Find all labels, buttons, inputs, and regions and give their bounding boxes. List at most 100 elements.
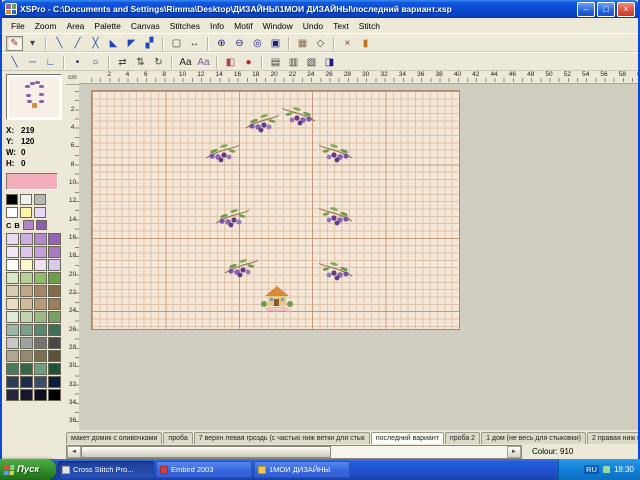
menu-item-stitch[interactable]: Stitch <box>354 21 385 31</box>
stitch-grid[interactable] <box>91 90 460 330</box>
palette-swatch[interactable] <box>34 246 47 258</box>
text-tool-icon[interactable]: Aa <box>177 55 194 70</box>
palette-swatch[interactable] <box>48 285 61 297</box>
palette-swatch[interactable] <box>34 272 47 284</box>
half-stitch-left-icon[interactable]: ╲ <box>51 36 68 51</box>
scroll-thumb[interactable] <box>81 446 331 458</box>
palette-swatch[interactable] <box>20 298 33 310</box>
view-info-icon[interactable]: ◨ <box>321 55 338 70</box>
palette-swatch[interactable] <box>6 285 19 297</box>
palette-swatch[interactable] <box>6 194 18 205</box>
horizontal-scrollbar[interactable]: ◄ ► <box>66 445 522 459</box>
tool-dropdown-icon[interactable]: ▾ <box>24 36 41 51</box>
colour-swap-icon[interactable]: ◧ <box>222 55 239 70</box>
minimize-button[interactable]: – <box>577 2 595 17</box>
scroll-left-button[interactable]: ◄ <box>67 446 81 458</box>
special-stitch-icon[interactable]: ▞ <box>141 36 158 51</box>
palette-swatch[interactable] <box>20 350 33 362</box>
palette-swatch[interactable] <box>48 376 61 388</box>
language-indicator[interactable]: RU <box>584 465 599 474</box>
palette-swatch[interactable] <box>20 233 33 245</box>
view-symbols-icon[interactable]: ▥ <box>285 55 302 70</box>
tab-5[interactable]: 1 дом (не весь для стыковки) <box>481 432 586 444</box>
taskbar-task-0[interactable]: Cross Stitch Pro... <box>58 461 154 478</box>
half-stitch-right-icon[interactable]: ╱ <box>69 36 86 51</box>
quarter-stitch-icon[interactable]: ◣ <box>105 36 122 51</box>
palette-swatch[interactable] <box>20 194 32 205</box>
rotate-tool-icon[interactable]: ↻ <box>150 55 167 70</box>
grid-toggle-icon[interactable]: ▦ <box>294 36 311 51</box>
menu-item-canvas[interactable]: Canvas <box>126 21 165 31</box>
title-bar[interactable]: XSPro - C:\Documents and Settings\Rimma\… <box>2 0 638 18</box>
palette-swatch[interactable] <box>34 194 46 205</box>
palette-swatch[interactable] <box>20 324 33 336</box>
palette-swatch[interactable] <box>48 324 61 336</box>
zoom-100-icon[interactable]: ◎ <box>249 36 266 51</box>
palette-swatch[interactable] <box>34 298 47 310</box>
center-view-icon[interactable]: ◇ <box>312 36 329 51</box>
tab-2[interactable]: 7 верхн левая гроздь (с частью ниж ветки… <box>194 432 370 444</box>
palette-swatch[interactable] <box>20 311 33 323</box>
taskbar-task-1[interactable]: Embird 2003 <box>156 461 252 478</box>
menu-item-motif[interactable]: Motif <box>229 21 257 31</box>
palette-swatch[interactable] <box>48 337 61 349</box>
tab-1[interactable]: проба <box>163 432 192 444</box>
french-knot-icon[interactable]: • <box>69 55 86 70</box>
pencil-tool-icon[interactable]: ✎ <box>6 36 23 51</box>
palette-swatch[interactable] <box>6 350 19 362</box>
maximize-button[interactable]: □ <box>597 2 615 17</box>
palette-swatch[interactable] <box>6 324 19 336</box>
canvas-viewport[interactable] <box>79 84 638 430</box>
palette-swatch[interactable] <box>34 389 47 401</box>
bead-tool-icon[interactable]: ○ <box>87 55 104 70</box>
palette-swatch[interactable] <box>20 246 33 258</box>
menu-item-zoom[interactable]: Zoom <box>30 21 62 31</box>
palette-swatch[interactable] <box>6 363 19 375</box>
palette-swatch[interactable] <box>48 389 61 401</box>
palette-swatch[interactable] <box>6 337 19 349</box>
palette-swatch[interactable] <box>20 272 33 284</box>
palette-swatch[interactable] <box>6 233 19 245</box>
straight-stitch-icon[interactable]: ─ <box>24 55 41 70</box>
palette-swatch[interactable] <box>34 337 47 349</box>
menu-item-info[interactable]: Info <box>205 21 229 31</box>
tab-6[interactable]: 2 правая ниж гр <box>587 432 638 444</box>
palette-swatch[interactable] <box>20 363 33 375</box>
tab-3[interactable]: последний вариант <box>371 432 444 444</box>
palette-swatch[interactable] <box>34 311 47 323</box>
tab-4[interactable]: проба 2 <box>445 432 480 444</box>
clock[interactable]: 18:30 <box>614 465 634 474</box>
palette-swatch[interactable] <box>48 259 61 271</box>
erase-tool-icon[interactable]: × <box>339 36 356 51</box>
palette-swatch[interactable] <box>34 233 47 245</box>
design-preview[interactable] <box>6 74 62 120</box>
view-blocks-icon[interactable]: ▧ <box>303 55 320 70</box>
palette-swatch[interactable] <box>6 298 19 310</box>
close-button[interactable]: × <box>617 2 635 17</box>
palette-swatch[interactable] <box>20 376 33 388</box>
palette-swatch[interactable] <box>23 220 34 230</box>
palette-swatch[interactable] <box>6 311 19 323</box>
three-quarter-stitch-icon[interactable]: ◤ <box>123 36 140 51</box>
palette-swatch[interactable] <box>34 350 47 362</box>
palette-swatch[interactable] <box>34 376 47 388</box>
scroll-track[interactable] <box>331 446 507 458</box>
palette-swatch[interactable] <box>6 272 19 284</box>
menu-item-window[interactable]: Window <box>258 21 298 31</box>
tray-icon[interactable] <box>603 466 610 473</box>
start-button[interactable]: Пуск <box>0 459 56 480</box>
zoom-in-icon[interactable]: ⊕ <box>213 36 230 51</box>
palette-swatch[interactable] <box>6 207 18 218</box>
palette-swatch[interactable] <box>48 311 61 323</box>
zoom-fit-icon[interactable]: ▣ <box>267 36 284 51</box>
current-colour-swatch[interactable] <box>6 173 58 190</box>
flip-horizontal-icon[interactable]: ⇄ <box>114 55 131 70</box>
palette-swatch[interactable] <box>6 246 19 258</box>
scroll-right-button[interactable]: ► <box>507 446 521 458</box>
flip-vertical-icon[interactable]: ⇅ <box>132 55 149 70</box>
menu-item-stitches[interactable]: Stitches <box>165 21 205 31</box>
palette-swatch[interactable] <box>6 259 19 271</box>
menu-item-file[interactable]: File <box>6 21 30 31</box>
palette-swatch[interactable] <box>6 376 19 388</box>
zoom-out-icon[interactable]: ⊖ <box>231 36 248 51</box>
